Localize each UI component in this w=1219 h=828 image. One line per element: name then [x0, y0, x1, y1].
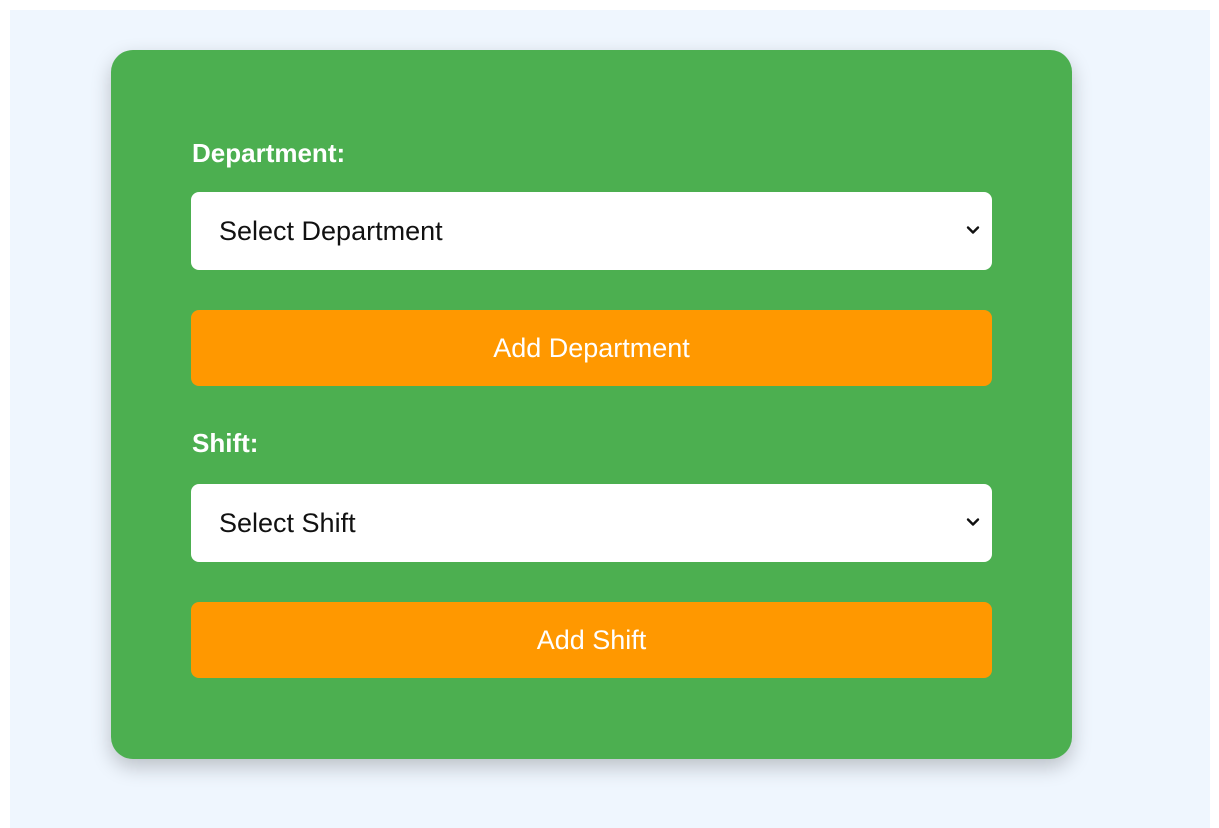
department-select[interactable]: Select Department: [191, 192, 992, 270]
department-label: Department:: [192, 138, 346, 168]
chevron-down-icon: [966, 226, 980, 234]
add-shift-button[interactable]: Add Shift: [191, 602, 992, 678]
shift-select[interactable]: Select Shift: [191, 484, 992, 562]
shift-label: Shift:: [192, 428, 259, 458]
shift-select-value: Select Shift: [219, 508, 356, 538]
chevron-down-icon: [966, 518, 980, 526]
add-department-button[interactable]: Add Department: [191, 310, 992, 386]
department-select-value: Select Department: [219, 216, 443, 246]
